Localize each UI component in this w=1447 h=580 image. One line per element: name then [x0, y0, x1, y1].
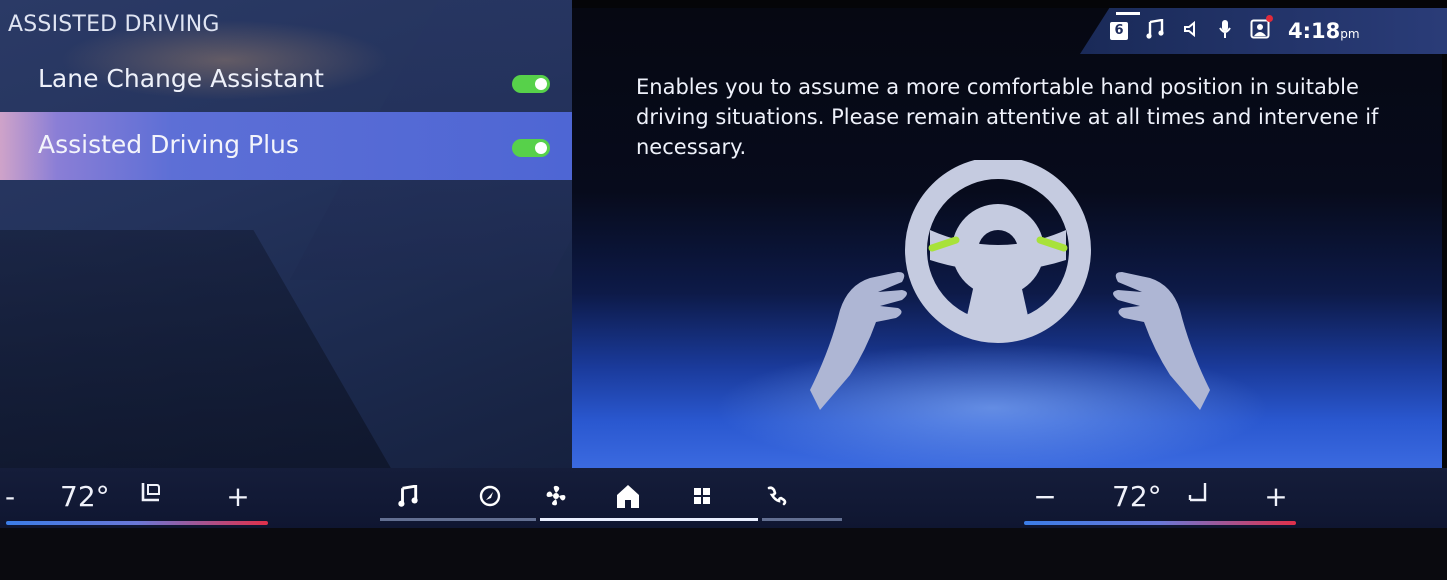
microphone-icon[interactable] [1218, 19, 1232, 44]
climate-left: - 72° + [0, 474, 258, 518]
nav-active-indicator [540, 518, 758, 521]
left-temperature-indicator [6, 521, 268, 525]
nav-divider [380, 518, 536, 521]
seat-icon[interactable] [1180, 480, 1220, 513]
temp-decrease-left-button[interactable]: - [0, 480, 20, 513]
notification-dot [1266, 14, 1273, 22]
nav-divider [762, 518, 842, 521]
music-icon[interactable] [378, 474, 438, 518]
menu-item-label: Lane Change Assistant [38, 64, 324, 93]
profile-icon[interactable] [1250, 14, 1273, 44]
left-hand-icon [810, 272, 907, 410]
steering-wheel-icon [905, 160, 1091, 343]
assisted-driving-plus-toggle[interactable] [512, 139, 550, 157]
temp-increase-right-button[interactable]: + [1256, 480, 1296, 513]
section-title: ASSISTED DRIVING [8, 12, 220, 37]
music-note-icon[interactable] [1146, 18, 1164, 44]
phone-icon[interactable] [746, 474, 806, 518]
navigation-icon[interactable] [460, 474, 520, 518]
menu-item-label: Assisted Driving Plus [38, 130, 299, 159]
toggle-knob [535, 142, 547, 154]
menu-item-assisted-driving-plus[interactable]: Assisted Driving Plus [0, 112, 572, 180]
climate-right: − 72° + [1030, 474, 1296, 518]
status-items: 6 4:18pm [1110, 14, 1360, 48]
toggle-knob [535, 78, 547, 90]
lane-change-toggle[interactable] [512, 75, 550, 93]
clock: 4:18pm [1288, 19, 1360, 43]
temp-increase-left-button[interactable]: + [218, 480, 258, 513]
temp-decrease-right-button[interactable]: − [1030, 480, 1060, 513]
right-hand-icon [1113, 272, 1210, 410]
seat-heat-icon[interactable] [130, 480, 170, 513]
right-temperature-indicator [1024, 521, 1296, 525]
steering-wheel-illustration [810, 160, 1210, 410]
feature-description: Enables you to assume a more comfortable… [636, 75, 1379, 159]
home-icon[interactable] [598, 474, 658, 518]
page-badge: 6 [1110, 22, 1128, 40]
volume-icon[interactable] [1182, 20, 1200, 43]
fan-icon[interactable] [526, 474, 586, 518]
nav-bar [378, 474, 806, 518]
apps-icon[interactable] [672, 474, 732, 518]
menu-item-lane-change-assistant[interactable]: Lane Change Assistant [0, 50, 572, 114]
settings-panel: ASSISTED DRIVING Lane Change Assistant A… [0, 0, 572, 468]
bottom-bezel [0, 528, 1447, 580]
